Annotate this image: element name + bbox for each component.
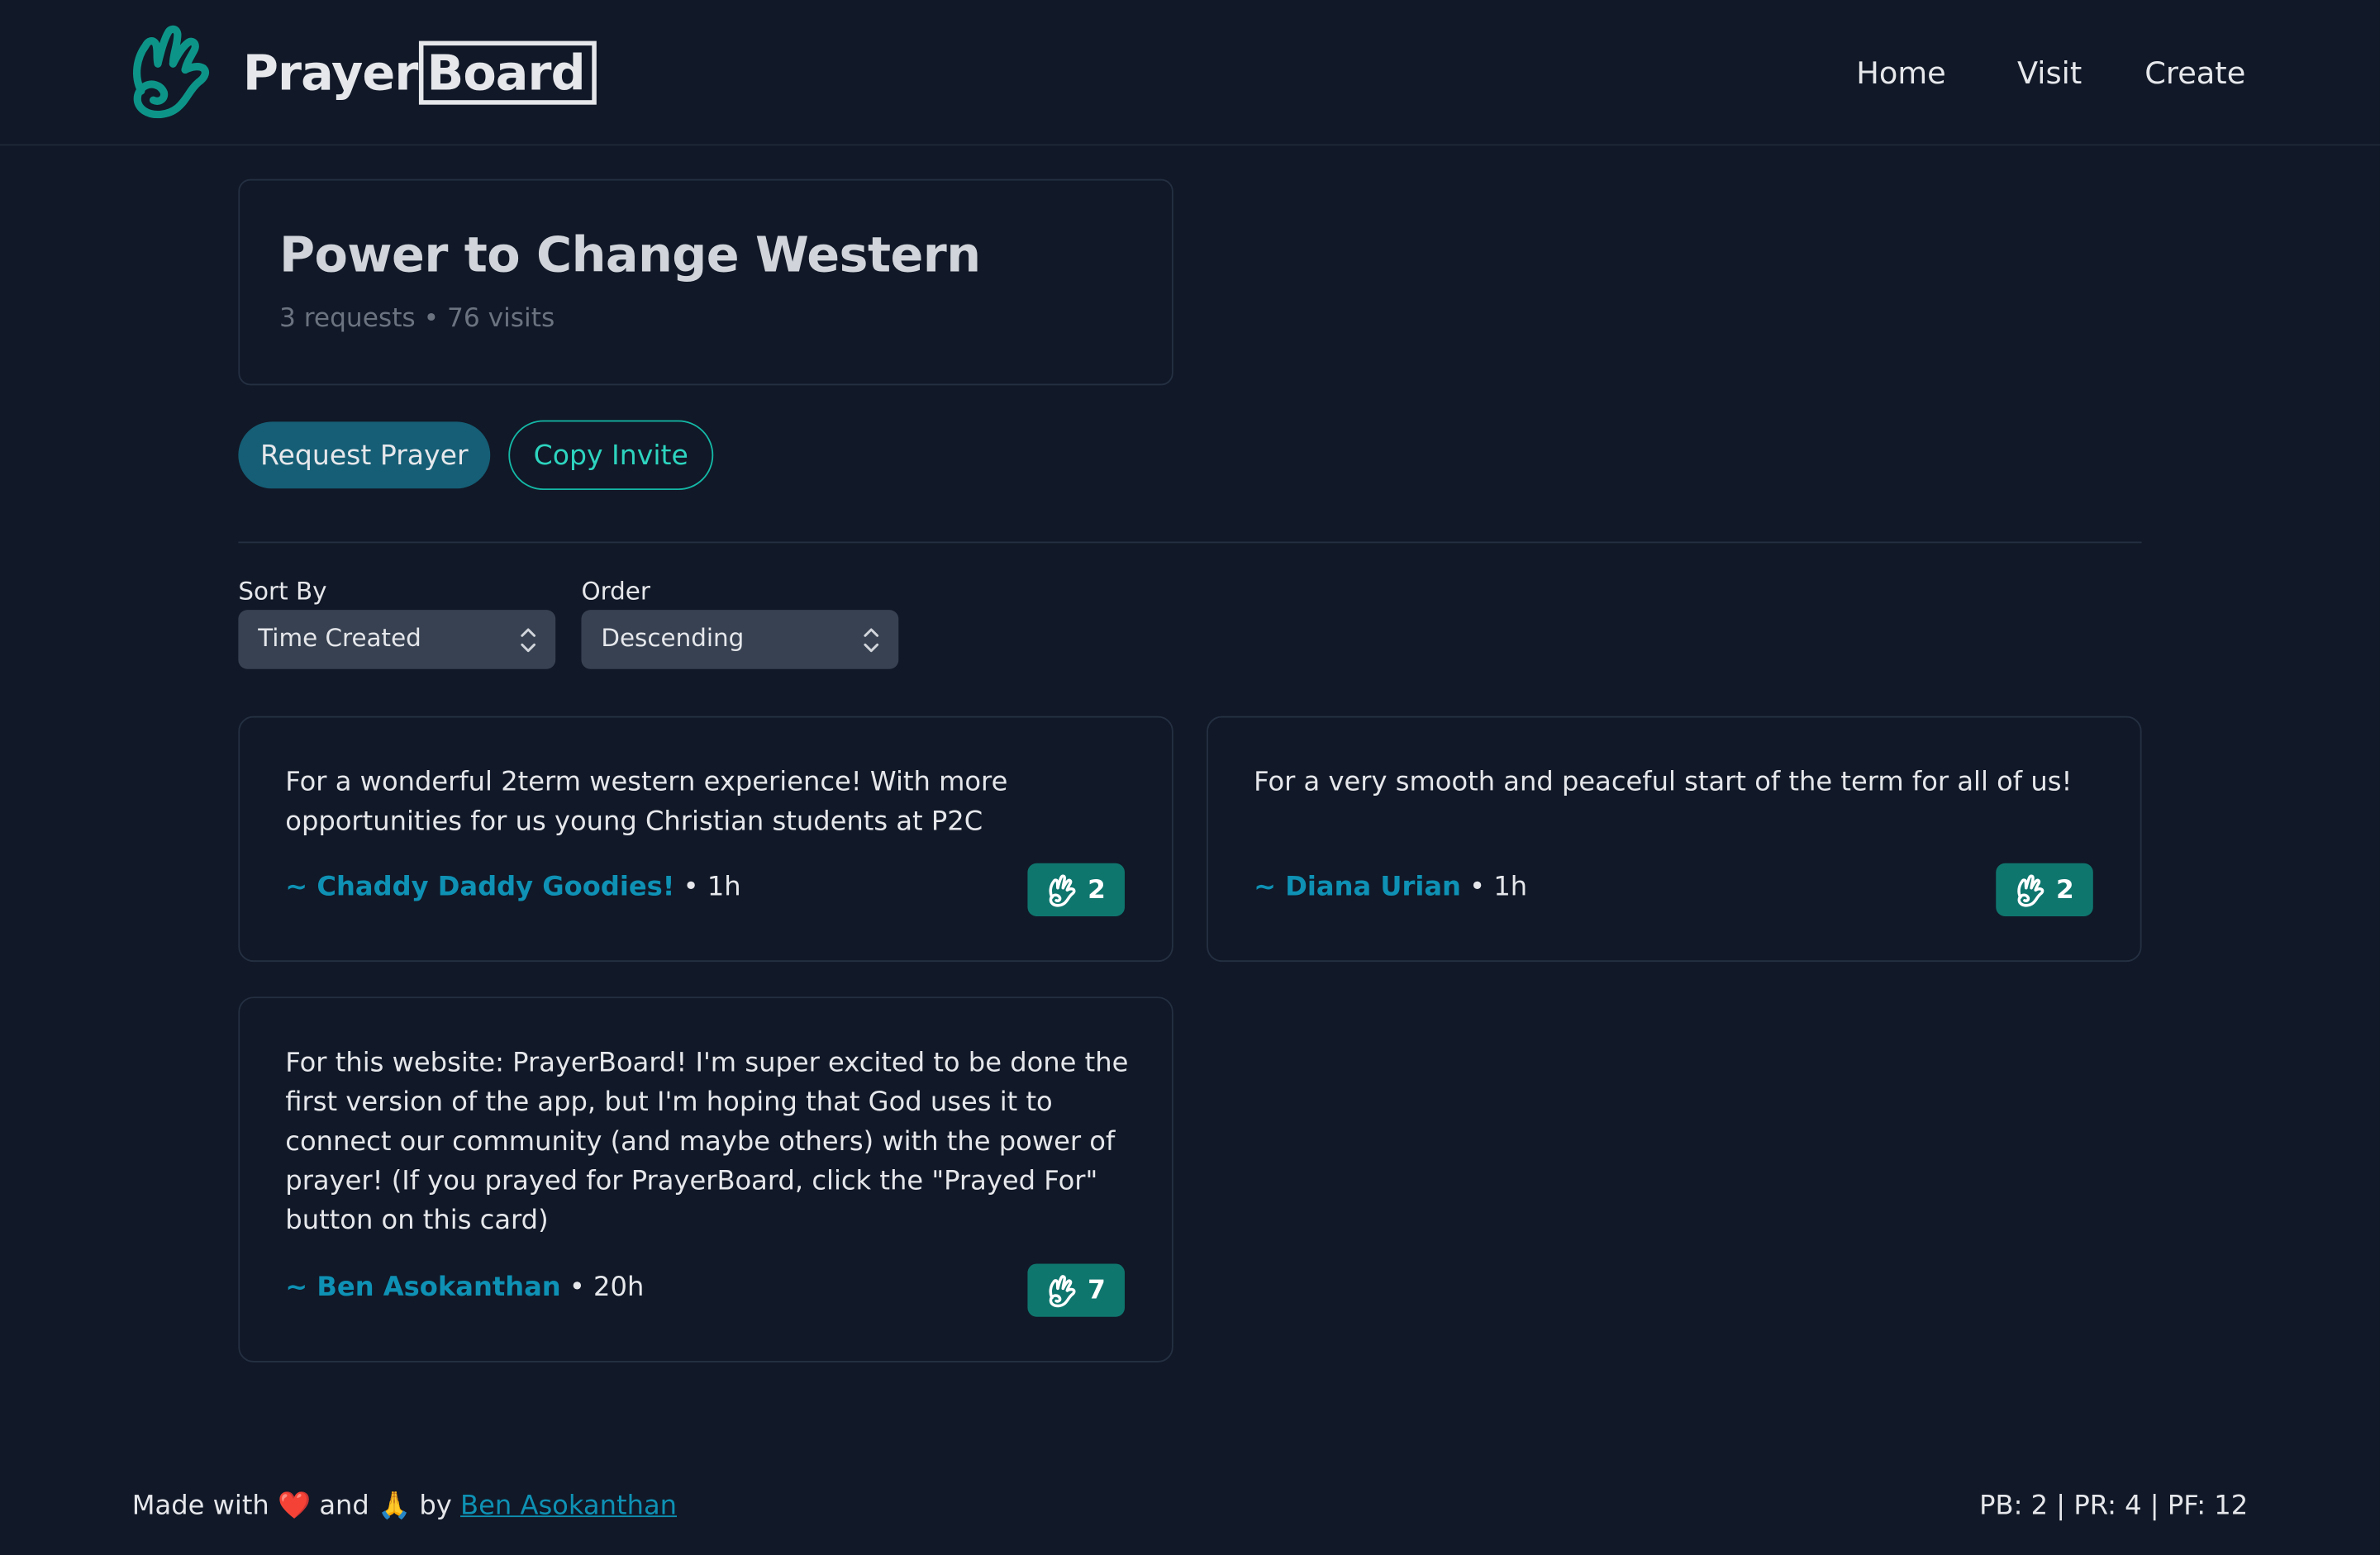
prayer-age: • 20h [560, 1272, 645, 1304]
chevron-up-down-icon [521, 628, 536, 653]
brand-name-part1: Prayer [242, 44, 418, 102]
sort-by-value: Time Created [258, 623, 421, 653]
praying-hands-icon: 🙏 [378, 1491, 412, 1522]
footer-stats: PB: 2 | PR: 4 | PF: 12 [1979, 1491, 2249, 1522]
praying-hand-icon [1048, 1274, 1075, 1307]
nav-home-link[interactable]: Home [1856, 51, 1945, 93]
prayed-count: 2 [1088, 874, 1106, 906]
section-divider [238, 541, 2142, 544]
prayer-author-link[interactable]: ~ Chaddy Daddy Goodies! [285, 873, 674, 903]
copy-invite-button[interactable]: Copy Invite [508, 420, 714, 491]
praying-hand-logo-icon[interactable] [127, 24, 216, 119]
prayer-author-line: ~ Chaddy Daddy Goodies! • 1h [285, 873, 740, 903]
praying-hand-icon [1048, 873, 1075, 906]
prayed-for-button[interactable]: 2 [1027, 863, 1125, 917]
footer-author-link[interactable]: Ben Asokanthan [460, 1491, 677, 1522]
sort-by-label: Sort By [238, 576, 327, 606]
prayed-for-button[interactable]: 2 [1996, 863, 2093, 917]
prayed-count: 2 [2055, 874, 2074, 906]
prayer-age: • 1h [674, 872, 741, 903]
page: Prayer Board Home Visit Create Power to C… [0, 0, 2380, 1555]
prayer-age: • 1h [1460, 872, 1528, 903]
prayer-text: For a very smooth and peaceful start of … [1254, 768, 2073, 798]
board-title: Power to Change Western [278, 226, 981, 284]
nav-visit-link[interactable]: Visit [2017, 51, 2082, 93]
sort-by-select[interactable]: Time Created [238, 610, 556, 669]
board-stats: 3 requests • 76 visits [278, 303, 555, 334]
praying-hand-icon [2016, 873, 2044, 906]
brand-wordmark[interactable]: Prayer Board [242, 40, 597, 105]
prayer-author-line: ~ Diana Urian • 1h [1254, 873, 1527, 903]
prayer-text: For a wonderful 2term western experience… [285, 768, 1008, 838]
prayer-text: For this website: PrayerBoard! I'm super… [285, 1048, 1129, 1237]
order-label: Order [581, 576, 650, 606]
top-navbar: Prayer Board Home Visit Create [0, 0, 2380, 146]
order-value: Descending [601, 623, 745, 653]
prayed-for-button[interactable]: 7 [1027, 1263, 1125, 1317]
chevron-up-down-icon [864, 628, 879, 653]
order-select[interactable]: Descending [581, 610, 899, 669]
prayer-author-link[interactable]: ~ Diana Urian [1254, 873, 1461, 903]
prayer-author-line: ~ Ben Asokanthan • 20h [285, 1272, 644, 1303]
footer-credit: Made with ❤️ and 🙏 by Ben Asokanthan [132, 1491, 677, 1522]
heart-icon: ❤️ [278, 1491, 312, 1522]
request-prayer-button[interactable]: Request Prayer [238, 421, 491, 489]
footer-by: by [419, 1491, 452, 1522]
prayer-card: For a very smooth and peaceful start of … [1207, 716, 2142, 963]
prayed-count: 7 [1088, 1275, 1106, 1305]
prayer-author-link[interactable]: ~ Ben Asokanthan [285, 1272, 560, 1303]
prayer-card: For a wonderful 2term western experience… [238, 716, 1173, 963]
board-info-card: Power to Change Western 3 requests • 76 … [238, 178, 1173, 386]
nav-create-link[interactable]: Create [2144, 51, 2245, 93]
brand-name-part2: Board [419, 40, 597, 105]
footer-made-with: Made with [131, 1491, 269, 1522]
footer-and: and [319, 1491, 369, 1522]
prayer-card: For this website: PrayerBoard! I'm super… [238, 996, 1173, 1362]
